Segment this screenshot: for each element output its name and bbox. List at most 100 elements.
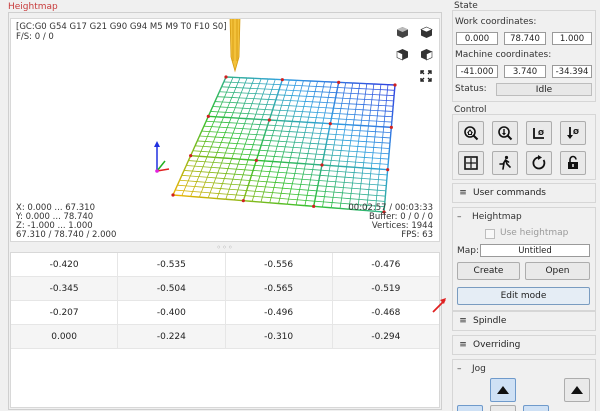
home-button[interactable] xyxy=(458,121,484,145)
reset-button[interactable] xyxy=(526,151,552,175)
mesh-line xyxy=(293,173,296,179)
mesh-line xyxy=(307,153,317,155)
mesh-line xyxy=(332,144,335,151)
mesh-line xyxy=(304,127,307,133)
mesh-line xyxy=(297,199,307,201)
table-cell[interactable]: -0.420 xyxy=(11,253,119,276)
mesh-line xyxy=(344,124,346,130)
table-cell[interactable]: -0.294 xyxy=(333,325,439,348)
mesh-line xyxy=(223,152,226,159)
heightmap-section-header[interactable]: – Heightmap xyxy=(457,212,522,222)
mesh-line xyxy=(349,193,352,199)
probe-point xyxy=(224,75,228,79)
restore-origin-button[interactable] xyxy=(458,151,484,175)
mesh-line xyxy=(198,130,203,137)
unlock-button[interactable] xyxy=(560,151,586,175)
jog-y-plus-button[interactable] xyxy=(490,378,516,402)
table-cell[interactable]: -0.496 xyxy=(226,301,333,324)
table-cell[interactable]: -0.556 xyxy=(226,253,333,276)
mesh-line xyxy=(296,126,299,133)
jog-row2-left-button[interactable] xyxy=(457,405,483,411)
mesh-line xyxy=(332,102,336,109)
table-row[interactable]: -0.345 -0.504 -0.565 -0.519 xyxy=(11,277,439,301)
mesh-line xyxy=(373,136,376,143)
table-cell[interactable]: -0.565 xyxy=(226,277,333,300)
mesh-line xyxy=(346,161,348,167)
probe-point xyxy=(312,204,316,208)
mesh-line xyxy=(379,163,389,165)
zero-xy-button[interactable]: Ø xyxy=(526,121,552,145)
use-heightmap-checkbox[interactable] xyxy=(485,229,495,239)
edit-mode-button[interactable]: Edit mode xyxy=(457,287,590,305)
mesh-line xyxy=(280,161,290,164)
mesh-line xyxy=(368,184,370,190)
zprobe-button[interactable] xyxy=(492,121,518,145)
mesh-line xyxy=(249,175,253,181)
mesh-line xyxy=(264,160,273,163)
mesh-line xyxy=(342,134,345,141)
mesh-line xyxy=(176,179,181,186)
mesh-line xyxy=(266,181,276,183)
mesh-line xyxy=(369,110,371,116)
map-name-field[interactable]: Untitled xyxy=(480,244,590,257)
mesh-line xyxy=(260,93,264,100)
mesh-line xyxy=(271,166,280,168)
mesh-line xyxy=(317,148,326,150)
table-cell[interactable]: -0.224 xyxy=(118,325,226,348)
table-cell[interactable]: -0.400 xyxy=(118,301,226,324)
table-cell[interactable]: -0.519 xyxy=(333,277,439,300)
mesh-line xyxy=(381,142,383,149)
mesh-line xyxy=(377,174,380,180)
mesh-line xyxy=(315,195,325,198)
spindle-section[interactable]: ≡ Spindle xyxy=(452,311,596,331)
table-row[interactable]: -0.207 -0.400 -0.496 -0.468 xyxy=(11,301,439,325)
table-cell[interactable]: -0.207 xyxy=(11,301,119,324)
mesh-line xyxy=(311,169,314,175)
mesh-line xyxy=(241,149,244,155)
create-button[interactable]: Create xyxy=(457,262,520,280)
mesh-line xyxy=(318,175,321,181)
table-cell[interactable]: -0.476 xyxy=(333,253,439,276)
mesh-line xyxy=(363,162,372,164)
mesh-line xyxy=(183,165,187,171)
table-cell[interactable]: -0.468 xyxy=(333,301,439,324)
heightmap-table[interactable]: -0.420 -0.535 -0.556 -0.476 -0.345 -0.504 -0.5… xyxy=(10,252,440,408)
table-cell[interactable]: -0.535 xyxy=(118,253,226,276)
probe-point xyxy=(171,193,175,197)
mesh-line xyxy=(286,198,289,205)
mesh-line xyxy=(240,133,249,135)
mesh-line xyxy=(291,152,300,154)
safe-position-button[interactable] xyxy=(492,151,518,175)
table-cell[interactable]: -0.345 xyxy=(11,277,119,300)
table-cell[interactable]: -0.504 xyxy=(118,277,226,300)
jog-section-header[interactable]: – Jog xyxy=(457,364,486,374)
mesh-line xyxy=(300,183,310,186)
svg-text:Ø: Ø xyxy=(538,129,544,137)
overriding-section[interactable]: ≡ Overriding xyxy=(452,335,596,355)
candle-window: Heightmap [GC:G0 G54 G17 G21 G90 G94 M5 … xyxy=(0,0,600,411)
table-cell[interactable]: -0.310 xyxy=(226,325,333,348)
mesh-line xyxy=(323,149,326,155)
table-cell[interactable]: 0.000 xyxy=(11,325,119,348)
mesh-line xyxy=(351,82,354,89)
mesh-line xyxy=(341,197,351,200)
table-row[interactable]: 0.000 -0.224 -0.310 -0.294 xyxy=(11,325,439,349)
jog-row2-mid-button[interactable] xyxy=(490,405,516,411)
probe-point xyxy=(328,122,332,126)
3d-viewport[interactable]: [GC:G0 G54 G17 G21 G90 G94 M5 M9 T0 F10 … xyxy=(10,18,440,242)
mesh-line xyxy=(198,151,202,157)
mesh-line xyxy=(267,145,270,151)
open-button[interactable]: Open xyxy=(525,262,590,280)
mesh-line xyxy=(313,159,316,165)
mesh-line xyxy=(275,150,284,153)
splitter-handle[interactable]: ◦◦◦ xyxy=(10,243,440,252)
jog-z-plus-button[interactable] xyxy=(564,378,590,402)
mesh-line xyxy=(384,105,387,112)
zero-z-button[interactable]: Ø xyxy=(560,121,586,145)
jog-row2-right-button[interactable] xyxy=(523,405,549,411)
mesh-line xyxy=(361,167,364,174)
mesh-line xyxy=(322,201,324,208)
user-commands-section[interactable]: ≡ User commands xyxy=(452,183,596,203)
table-row[interactable]: -0.420 -0.535 -0.556 -0.476 xyxy=(11,253,439,277)
mesh-line xyxy=(246,138,255,141)
